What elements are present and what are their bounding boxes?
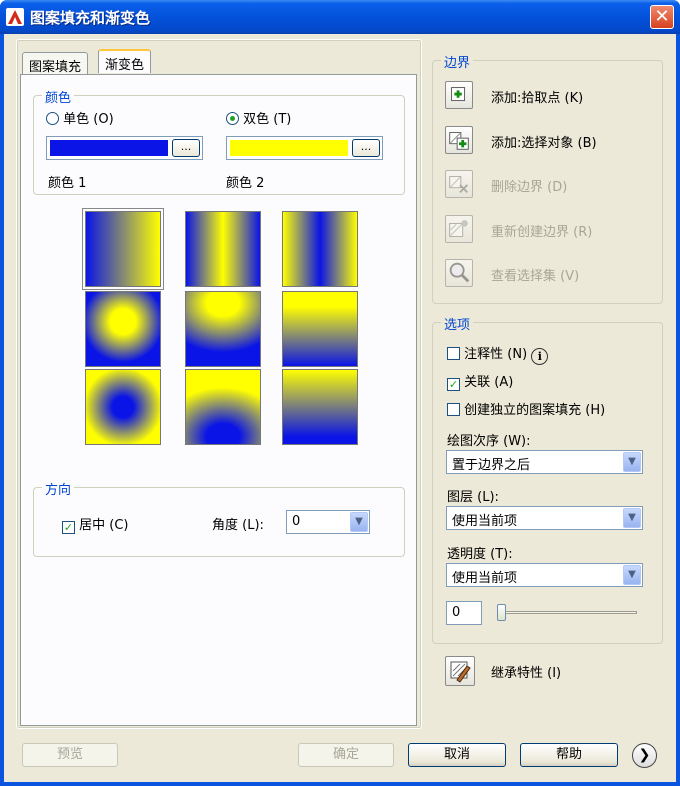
- recreate-boundary-button[interactable]: [445, 215, 473, 243]
- select-objects-label: 添加:选择对象 (B): [491, 136, 597, 151]
- chevron-down-icon[interactable]: ▼: [623, 508, 641, 528]
- layer-select[interactable]: 使用当前项 ▼: [446, 506, 643, 530]
- angle-select[interactable]: 0 ▼: [286, 510, 370, 534]
- pick-point-label: 添加:拾取点 (K): [491, 91, 584, 106]
- window-title: 图案填充和渐变色: [30, 9, 151, 27]
- draw-order-select[interactable]: 置于边界之后 ▼: [446, 450, 643, 474]
- recreate-boundary-icon: [449, 220, 468, 237]
- color2-swatch-field[interactable]: ...: [226, 136, 383, 160]
- view-selection-icon: [449, 262, 470, 283]
- title-bar: 图案填充和渐变色 ✕: [0, 0, 680, 34]
- ok-button[interactable]: 确定: [298, 743, 394, 767]
- transparency-label: 透明度 (T):: [447, 547, 513, 562]
- center-option[interactable]: ✓ 居中 (C): [62, 514, 129, 534]
- transparency-amount-field[interactable]: 0: [446, 601, 482, 625]
- gradient-tab-pane: 颜色 单色 (O) 双色 (T) ... ... 颜色 1 颜色 2 方向 ✓ …: [20, 74, 417, 726]
- cancel-button[interactable]: 取消: [408, 743, 506, 767]
- help-button[interactable]: 帮助: [520, 743, 618, 767]
- inherit-properties-icon: [450, 661, 471, 683]
- gradient-pattern-5[interactable]: [185, 291, 261, 367]
- direction-group: 方向 ✓ 居中 (C) 角度 (L): 0 ▼: [33, 479, 405, 557]
- color2-label: 颜色 2: [226, 176, 265, 191]
- autocad-logo-icon: [6, 8, 24, 26]
- view-selection-button[interactable]: [445, 259, 473, 287]
- options-group-label: 选项: [441, 314, 474, 333]
- remove-boundary-label: 删除边界 (D): [491, 180, 568, 195]
- gradient-pattern-8[interactable]: [185, 369, 261, 445]
- separate-hatch-label: 创建独立的图案填充 (H): [464, 403, 606, 418]
- tab-gradient[interactable]: 渐变色: [98, 49, 152, 73]
- color1-browse-button[interactable]: ...: [172, 139, 200, 157]
- color-group-label: 颜色: [42, 87, 75, 106]
- direction-group-label: 方向: [42, 479, 75, 498]
- gradient-pattern-6[interactable]: [282, 291, 358, 367]
- associative-option[interactable]: ✓ 关联 (A): [447, 371, 513, 391]
- pick-point-button[interactable]: [445, 81, 473, 109]
- gradient-pattern-4[interactable]: [85, 291, 161, 367]
- two-color-radio[interactable]: [226, 112, 239, 125]
- color1-label: 颜色 1: [48, 176, 87, 191]
- boundary-group-label: 边界: [441, 52, 474, 71]
- center-label: 居中 (C): [79, 518, 129, 533]
- annotative-option[interactable]: 注释性 (N) i: [447, 343, 549, 365]
- more-options-button[interactable]: ❯: [632, 743, 657, 768]
- separate-hatch-option[interactable]: 创建独立的图案填充 (H): [447, 399, 605, 418]
- associative-checkbox[interactable]: ✓: [447, 378, 460, 391]
- single-color-label: 单色 (O): [63, 112, 114, 127]
- remove-boundary-icon: [449, 176, 469, 194]
- color-group: 颜色 单色 (O) 双色 (T) ... ... 颜色 1 颜色 2: [33, 87, 405, 195]
- draw-order-value: 置于边界之后: [452, 458, 531, 473]
- transparency-slider-track[interactable]: [497, 611, 637, 614]
- transparency-value: 使用当前项: [452, 571, 518, 586]
- options-group: 选项 注释性 (N) i ✓ 关联 (A) 创建独立的图案填充 (H) 绘图次序…: [432, 314, 663, 644]
- transparency-select[interactable]: 使用当前项 ▼: [446, 563, 643, 587]
- associative-label: 关联 (A): [464, 375, 514, 390]
- dialog-client: 图案填充 渐变色 颜色 单色 (O) 双色 (T) ... ... 颜色 1 颜…: [4, 34, 676, 782]
- color1-swatch: [50, 140, 168, 156]
- gradient-pattern-3[interactable]: [282, 211, 358, 287]
- color2-swatch: [230, 140, 348, 156]
- preview-button[interactable]: 预览: [22, 743, 118, 767]
- gradient-pattern-2[interactable]: [185, 211, 261, 287]
- transparency-slider-thumb[interactable]: [497, 604, 506, 621]
- inherit-properties-button[interactable]: [445, 656, 475, 686]
- layer-label: 图层 (L):: [447, 490, 499, 505]
- single-color-radio[interactable]: [46, 112, 59, 125]
- select-objects-icon: [449, 132, 469, 150]
- layer-value: 使用当前项: [452, 514, 518, 529]
- close-button[interactable]: ✕: [650, 5, 674, 29]
- angle-value: 0: [292, 514, 301, 529]
- dialog-window: 图案填充和渐变色 ✕ 图案填充 渐变色 颜色 单色 (O) 双色 (T) ...…: [0, 0, 680, 786]
- chevron-down-icon[interactable]: ▼: [623, 452, 641, 472]
- gradient-pattern-7[interactable]: [85, 369, 161, 445]
- angle-label: 角度 (L):: [212, 518, 264, 533]
- info-icon[interactable]: i: [531, 348, 549, 365]
- remove-boundary-button[interactable]: [445, 170, 473, 198]
- gradient-pattern-1[interactable]: [85, 211, 161, 287]
- gradient-pattern-9[interactable]: [282, 369, 358, 445]
- single-color-option[interactable]: 单色 (O): [46, 108, 114, 127]
- center-checkbox[interactable]: ✓: [62, 521, 75, 534]
- two-color-option[interactable]: 双色 (T): [226, 108, 291, 127]
- separate-hatch-checkbox[interactable]: [447, 403, 460, 416]
- transparency-amount: 0: [452, 605, 461, 620]
- annotative-checkbox[interactable]: [447, 347, 460, 360]
- draw-order-label: 绘图次序 (W):: [447, 434, 531, 449]
- recreate-boundary-label: 重新创建边界 (R): [491, 225, 593, 240]
- color1-swatch-field[interactable]: ...: [46, 136, 203, 160]
- two-color-label: 双色 (T): [243, 112, 292, 127]
- chevron-down-icon[interactable]: ▼: [350, 512, 368, 532]
- inherit-properties-label: 继承特性 (I): [491, 666, 562, 681]
- view-selection-label: 查看选择集 (V): [491, 269, 580, 284]
- tab-hatch[interactable]: 图案填充: [22, 52, 89, 75]
- color2-browse-button[interactable]: ...: [352, 139, 380, 157]
- chevron-down-icon[interactable]: ▼: [623, 565, 641, 585]
- pick-point-icon: [451, 87, 466, 102]
- annotative-label: 注释性 (N): [464, 347, 528, 362]
- select-objects-button[interactable]: [445, 126, 473, 154]
